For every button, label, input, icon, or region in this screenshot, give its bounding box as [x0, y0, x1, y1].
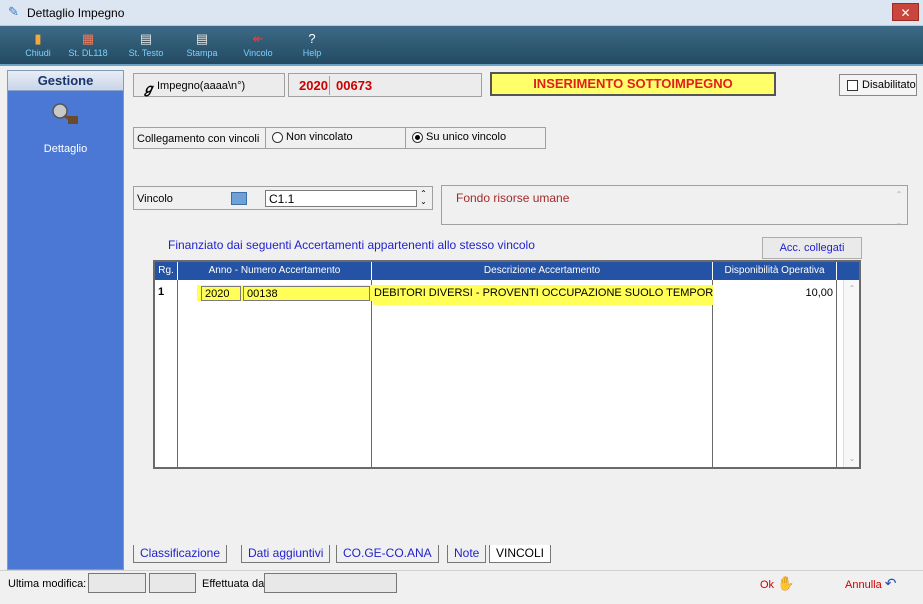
radio-label: Non vincolato — [286, 131, 353, 143]
effettuata-label: Effettuata da: — [202, 578, 268, 590]
exit-icon: ▮ — [34, 31, 42, 46]
annulla-button[interactable]: Annulla ↶ — [845, 573, 920, 595]
vincolo-group: Vincolo C1.1 ⌃ ⌄ — [133, 186, 433, 210]
impegno-year: 2020 — [299, 78, 328, 93]
toolbar-button-st-dl118[interactable]: ▦ St. DL118 — [66, 26, 110, 66]
effettuata-field — [264, 573, 397, 593]
thumbs-up-icon: ✋ — [777, 575, 795, 591]
impegno-label-box: ℊ Impegno(aaaa\n°) — [133, 73, 285, 97]
ultima-modifica-field — [88, 573, 146, 593]
table-header: Rg. Anno - Numero Accertamento Descrizio… — [155, 262, 859, 280]
side-panel: Gestione Dettaglio — [7, 70, 124, 570]
sidebar-title: Gestione — [8, 71, 123, 91]
toolbar-button-stampa[interactable]: ▤ Stampa — [180, 26, 224, 66]
tab-coge-coana[interactable]: CO.GE-CO.ANA — [336, 545, 439, 563]
impegno-number: 00673 — [336, 78, 373, 93]
spinner-icon[interactable]: ⌃ ⌄ — [417, 190, 430, 207]
impegno-label: Impegno(aaaa\n°) — [157, 80, 246, 92]
vincolo-description-box: Fondo risorse umane ⌃ ⌄ — [441, 185, 908, 227]
vincolo-label: Vincolo — [137, 193, 173, 205]
vincolo-code: C1.1 — [269, 192, 295, 206]
sidebar-item-dettaglio[interactable]: Dettaglio — [8, 143, 123, 155]
toolbar-button-vincolo[interactable]: ↞ Vincolo — [236, 26, 280, 66]
accertamenti-table: Rg. Anno - Numero Accertamento Descrizio… — [153, 260, 861, 469]
radio-non-vincolato[interactable]: Non vincolato — [265, 128, 400, 148]
column-divider — [178, 280, 372, 467]
scrollbar[interactable]: ⌃ ⌄ — [893, 188, 905, 227]
scroll-up-icon[interactable]: ⌃ — [844, 284, 860, 293]
detail-icon[interactable] — [50, 101, 80, 127]
ok-button[interactable]: Ok ✋ — [760, 573, 820, 595]
title-bar: ✎ Dettaglio Impegno ✕ — [0, 0, 923, 26]
row-rg: 1 — [158, 286, 165, 298]
tab-strip: Classificazione Dati aggiuntivi CO.GE-CO… — [129, 545, 559, 565]
acc-collegati-button[interactable]: Acc. collegati — [762, 237, 862, 259]
vincolo-description: Fondo risorse umane — [456, 191, 570, 205]
column-header-anno-numero[interactable]: Anno - Numero Accertamento — [178, 262, 372, 280]
tab-classificazione[interactable]: Classificazione — [133, 545, 228, 563]
column-header-descrizione[interactable]: Descrizione Accertamento — [372, 262, 713, 280]
radio-label: Su unico vincolo — [426, 131, 507, 143]
print-icon: ▤ — [195, 31, 209, 46]
checkbox-box[interactable] — [847, 80, 858, 91]
ultima-modifica-label: Ultima modifica: — [8, 578, 87, 590]
radio-button-selected[interactable] — [412, 132, 423, 143]
row-anno-cell[interactable]: 2020 — [201, 286, 241, 301]
collegamento-group: Collegamento con vincoli Non vincolato S… — [133, 127, 546, 149]
window-title: Dettaglio Impegno — [27, 6, 125, 20]
vertical-scrollbar[interactable]: ⌃ ⌄ — [843, 280, 859, 467]
row-anno: 2020 — [205, 288, 230, 300]
radio-button[interactable] — [272, 132, 283, 143]
tab-vincoli[interactable]: VINCOLI — [489, 545, 552, 563]
column-header-disponibilita[interactable]: Disponibilità Operativa — [713, 262, 837, 280]
app-icon: ✎ — [8, 4, 19, 19]
table-row[interactable]: 1 2020 00138 DEBITORI DIVERSI - PROVENTI… — [155, 284, 843, 305]
link-icon: ↞ — [252, 31, 264, 46]
pen-icon: ℊ — [142, 81, 156, 96]
row-descrizione: DEBITORI DIVERSI - PROVENTI OCCUPAZIONE … — [374, 287, 713, 299]
column-divider — [713, 280, 837, 467]
tab-dati-aggiuntivi[interactable]: Dati aggiuntivi — [241, 545, 331, 563]
mode-banner: INSERIMENTO SOTTOIMPEGNO — [490, 72, 776, 96]
ok-label: Ok — [760, 579, 775, 591]
impegno-number-box: 2020 00673 — [288, 73, 482, 97]
lookup-icon[interactable] — [231, 192, 247, 205]
row-numero-cell[interactable]: 00138 — [243, 286, 370, 301]
toolbar-button-chiudi[interactable]: ▮ Chiudi — [16, 26, 60, 66]
collegamento-label: Collegamento con vincoli — [137, 133, 260, 145]
tab-note[interactable]: Note — [447, 545, 487, 563]
annulla-label: Annulla — [845, 579, 882, 591]
ultima-modifica-time-field — [149, 573, 196, 593]
row-disponibilita: 10,00 — [805, 287, 833, 299]
row-numero: 00138 — [247, 288, 278, 300]
vincolo-code-field[interactable]: C1.1 — [265, 190, 417, 207]
column-divider — [372, 280, 713, 467]
radio-su-unico-vincolo[interactable]: Su unico vincolo — [405, 128, 545, 148]
financed-title: Finanziato dai seguenti Accertamenti app… — [168, 238, 535, 252]
report-icon: ▦ — [81, 31, 95, 46]
close-button[interactable]: ✕ — [892, 3, 919, 21]
toolbar-button-st-testo[interactable]: ▤ St. Testo — [124, 26, 168, 66]
print-text-icon: ▤ — [139, 31, 153, 46]
toolbar: ▮ Chiudi ▦ St. DL118 ▤ St. Testo ▤ Stamp… — [0, 26, 923, 66]
divider — [329, 76, 330, 95]
disabilitato-checkbox[interactable]: Disabilitato — [839, 74, 917, 96]
undo-icon: ↶ — [884, 575, 897, 591]
column-header-rg[interactable]: Rg. — [155, 262, 178, 280]
scroll-down-icon[interactable]: ⌄ — [844, 454, 860, 463]
column-divider — [155, 280, 178, 467]
disabilitato-label: Disabilitato — [862, 79, 916, 91]
help-icon: ? — [308, 31, 316, 46]
toolbar-button-help[interactable]: ? Help — [290, 26, 334, 66]
